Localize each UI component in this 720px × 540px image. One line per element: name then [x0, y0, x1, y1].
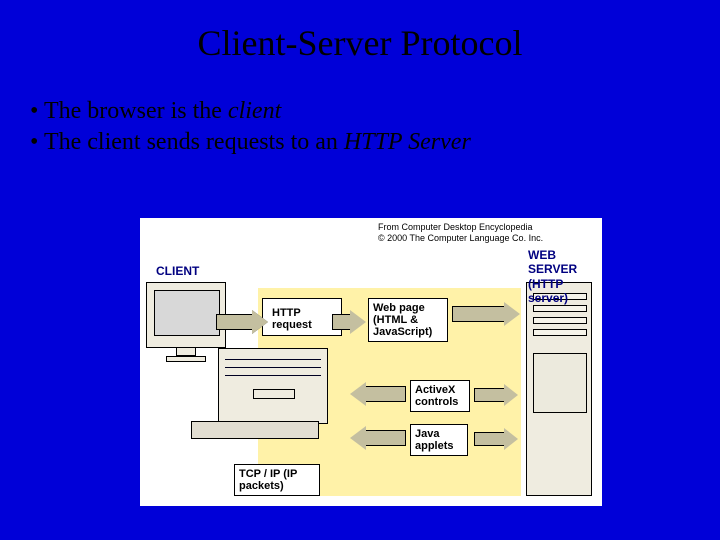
- slide-title: Client-Server Protocol: [0, 0, 720, 64]
- bullet-2-italic: HTTP Server: [344, 129, 471, 155]
- arrow-applets-to-server: [474, 432, 504, 446]
- bullet-1: The browser is the client: [30, 98, 720, 125]
- arrow-applets-to-client: [350, 430, 406, 446]
- arrow-http-to-page: [332, 314, 350, 330]
- credit-line2: © 2000 The Computer Language Co. Inc.: [378, 233, 543, 244]
- bullet-list: The browser is the client The client sen…: [30, 98, 720, 156]
- bullet-1-text: The browser is the: [44, 98, 228, 124]
- arrow-activex-to-client: [350, 386, 406, 402]
- client-label: CLIENT: [156, 264, 199, 278]
- java-applets-box: Java applets: [410, 424, 468, 456]
- client-tower-icon: [218, 348, 328, 424]
- architecture-diagram: From Computer Desktop Encyclopedia © 200…: [140, 218, 602, 506]
- server-cabinet-icon: [526, 282, 592, 496]
- server-label-line1: WEB SERVER: [528, 248, 602, 277]
- client-monitor-icon: [146, 282, 226, 362]
- arrow-browser-to-http: [216, 314, 252, 330]
- tcpip-box: TCP / IP (IP packets): [234, 464, 320, 496]
- arrow-page-to-server: [452, 306, 504, 322]
- keyboard-icon: [191, 421, 319, 439]
- bullet-1-italic: client: [228, 98, 281, 124]
- bullet-2-text: The client sends requests to an: [44, 129, 344, 155]
- http-request-box: HTTP request: [268, 304, 326, 334]
- server-label: WEB SERVER (HTTP server): [528, 248, 602, 306]
- web-page-box: Web page (HTML & JavaScript): [368, 298, 448, 342]
- bullet-2: The client sends requests to an HTTP Ser…: [30, 129, 720, 156]
- arrow-activex-to-server: [474, 388, 504, 402]
- credit-line1: From Computer Desktop Encyclopedia: [378, 222, 543, 233]
- credit-text: From Computer Desktop Encyclopedia © 200…: [378, 222, 543, 244]
- server-label-line2: (HTTP server): [528, 277, 602, 306]
- activex-box: ActiveX controls: [410, 380, 470, 412]
